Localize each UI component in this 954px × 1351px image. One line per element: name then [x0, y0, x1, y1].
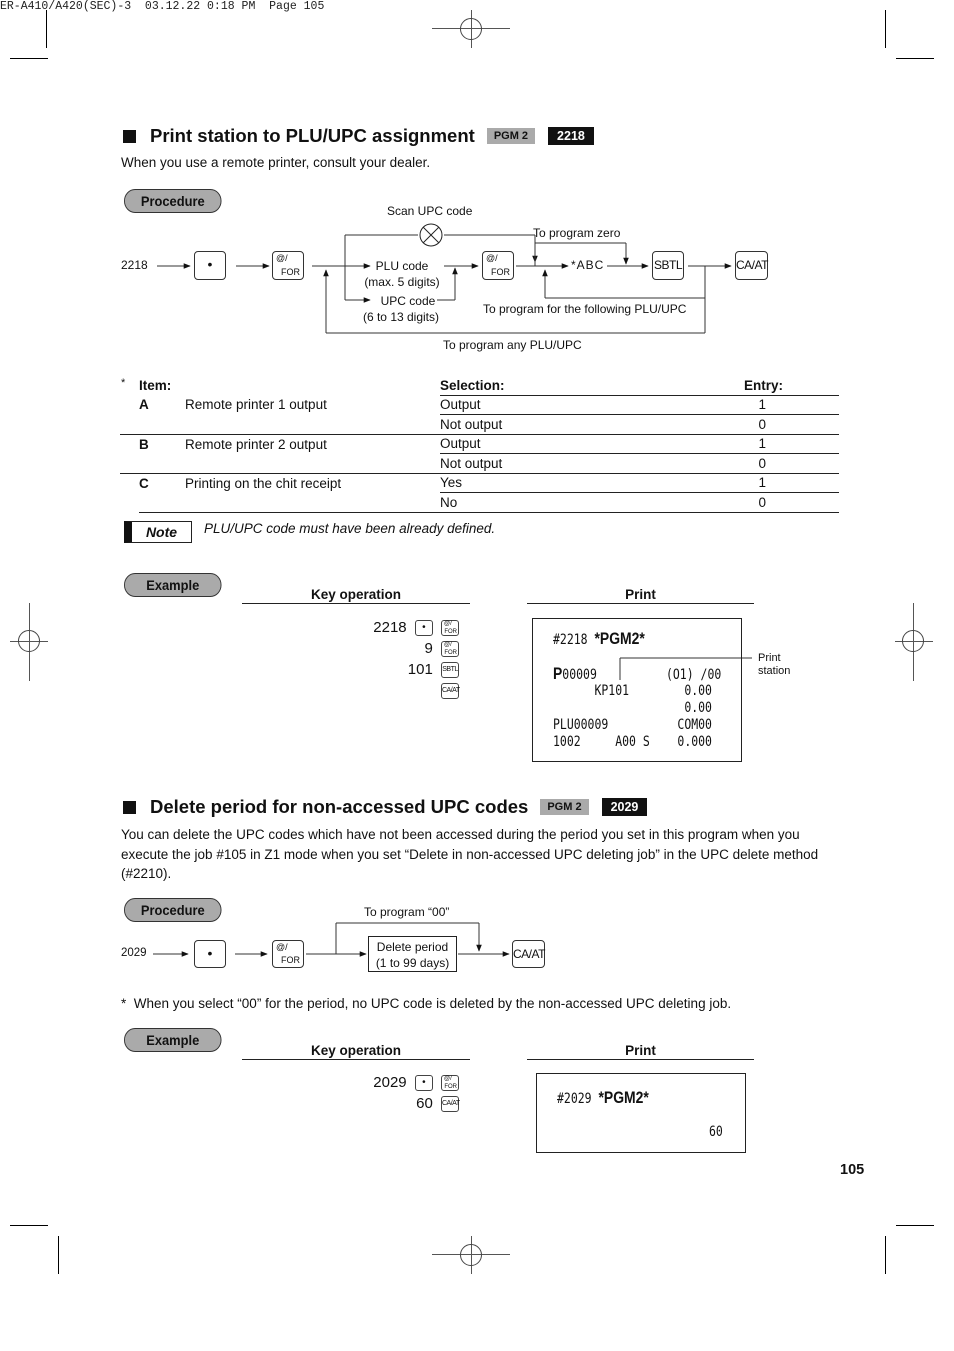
- table-row: C Printing on the chit receipt Yes 1: [120, 473, 839, 493]
- item-selection-table: Item: Selection: Entry: A Remote printer …: [120, 376, 839, 513]
- bullet-square-icon: [123, 800, 136, 814]
- start-code: 2218: [121, 258, 148, 272]
- example-label: Example: [124, 573, 222, 597]
- section-intro: You can delete the UPC codes which have …: [121, 827, 819, 881]
- scanner-icon: [419, 223, 443, 247]
- note-text: PLU/UPC code must have been already defi…: [204, 521, 496, 536]
- key-operation-header: Key operation: [242, 587, 470, 604]
- footnote: * When you select “00” for the period, n…: [121, 996, 732, 1011]
- ca-at-key-small[interactable]: CA/AT: [441, 1096, 460, 1113]
- key-op-line-4: CA/AT: [437, 682, 460, 700]
- decimal-point-key-small[interactable]: [414, 620, 433, 637]
- receipt-print-1: #2218 *PGM2* P00009 (O1) /00 KP101 0.00 …: [532, 618, 742, 762]
- to-program-any-label: To program any PLU/UPC: [443, 338, 582, 352]
- at-for-key[interactable]: @/FOR: [272, 940, 304, 968]
- ca-at-key-small[interactable]: CA/AT: [441, 683, 460, 700]
- scan-upc-label: Scan UPC code: [387, 204, 473, 218]
- delete-period-box: Delete period (1 to 99 days): [368, 936, 457, 972]
- section-title-delete-period: Delete period for non-accessed UPC codes…: [123, 796, 648, 818]
- start-code: 2029: [121, 947, 147, 959]
- to-program-zero-label: To program zero: [533, 226, 621, 240]
- header-item: Item:: [139, 378, 172, 393]
- program-code-tag: 2029: [601, 798, 648, 816]
- receipt-line: P00009 (O1) /00: [553, 664, 722, 683]
- to-program-following-label: To program for the following PLU/UPC: [483, 302, 687, 316]
- decimal-point-key[interactable]: [194, 251, 226, 280]
- key-op-line-1: 2029 @/FOR: [373, 1074, 459, 1092]
- print-header: Print: [527, 587, 754, 604]
- page-number: 105: [840, 1162, 865, 1178]
- ca-at-key[interactable]: CA/AT: [735, 251, 768, 280]
- key-op-line-2: 60 CA/AT: [416, 1095, 460, 1113]
- key-op-line-1: 2218 @/FOR: [373, 619, 459, 637]
- ca-at-key[interactable]: CA/AT: [512, 940, 545, 968]
- at-for-key-small[interactable]: @/FOR: [441, 1075, 459, 1092]
- print-header: Print: [527, 1043, 754, 1060]
- at-for-key-small[interactable]: @/FOR: [441, 641, 459, 658]
- receipt-line: KP101 0.00: [553, 683, 712, 699]
- table-row: Not output 0: [120, 414, 839, 435]
- receipt-line: PLU00009 COM00: [553, 717, 712, 733]
- key-operation-header: Key operation: [242, 1043, 470, 1060]
- sbtl-key-small[interactable]: SBTL: [441, 662, 459, 679]
- decimal-point-key-small[interactable]: [414, 1075, 433, 1092]
- procedure-flow-diagram: [153, 223, 752, 957]
- receipt-line: #2218 *PGM2*: [553, 629, 645, 648]
- receipt-line: 0.00: [553, 700, 712, 716]
- table-row: No 0: [120, 492, 839, 513]
- sbtl-key[interactable]: SBTL: [652, 251, 684, 280]
- header-entry: Entry:: [720, 376, 839, 396]
- table-row: B Remote printer 2 output Output 1: [120, 434, 839, 454]
- example-label: Example: [124, 1028, 222, 1052]
- table-row: A Remote printer 1 output Output 1: [120, 395, 839, 415]
- decimal-point-key[interactable]: [194, 940, 226, 968]
- at-for-key[interactable]: @/ FOR: [272, 251, 304, 280]
- receipt-line: 1002 A00 S 0.000: [553, 734, 712, 750]
- mode-tag: PGM 2: [540, 799, 589, 815]
- upc-code-label: UPC code (6 to 13 digits): [362, 294, 440, 324]
- procedure-label: Procedure: [124, 898, 222, 922]
- note-label: Note: [124, 521, 192, 543]
- section-title-text: Delete period for non-accessed UPC codes: [150, 796, 529, 817]
- receipt-print-2: #2029 *PGM2* 60: [536, 1073, 746, 1153]
- to-program-00-label: To program “00”: [364, 905, 450, 919]
- table-row: Not output 0: [120, 453, 839, 474]
- print-station-callout: Print station: [758, 652, 791, 677]
- receipt-line: #2029 *PGM2*: [557, 1088, 649, 1107]
- abc-entry-label: *ABC: [571, 258, 605, 272]
- key-op-line-2: 9 @/FOR: [424, 640, 459, 658]
- at-for-key-2[interactable]: @/ FOR: [482, 251, 514, 280]
- key-op-line-3: 101 SBTL: [407, 661, 459, 679]
- at-for-key-small[interactable]: @/FOR: [441, 620, 459, 637]
- plu-code-label: PLU code (max. 5 digits): [364, 259, 440, 289]
- receipt-line: 60: [709, 1124, 723, 1140]
- header-selection: Selection:: [440, 376, 720, 396]
